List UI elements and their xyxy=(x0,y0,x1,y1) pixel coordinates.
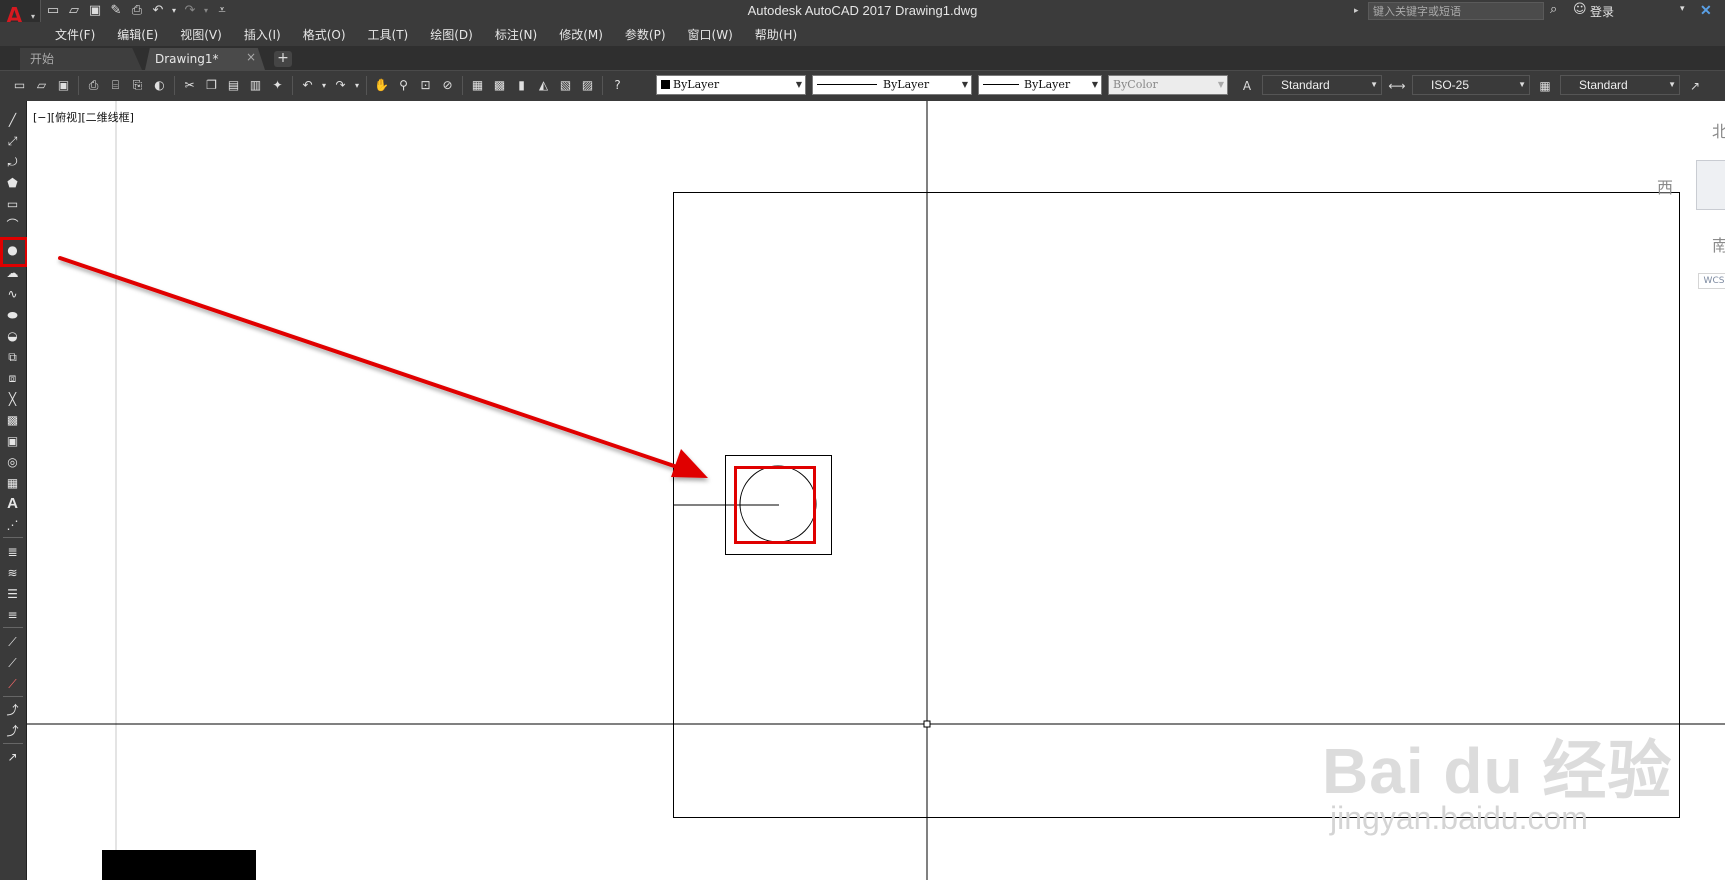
viewport-controls[interactable]: [−][俯视][二维线框] xyxy=(33,109,134,125)
viewcube-face[interactable] xyxy=(1696,160,1725,210)
wcs-menu[interactable]: WCS xyxy=(1698,273,1725,289)
crosshair-pickbox xyxy=(923,720,931,728)
watermark-url: jingyan.baidu.com xyxy=(1330,800,1588,836)
viewcube-north[interactable]: 北 xyxy=(1712,118,1725,142)
drawn-circle[interactable] xyxy=(739,465,817,543)
redaction-box xyxy=(102,850,256,880)
viewcube-west[interactable]: 西 xyxy=(1657,174,1673,198)
viewcube-south[interactable]: 南 xyxy=(1712,232,1725,256)
annotation-arrow xyxy=(58,256,708,478)
baidu-watermark: Bai du 经验 xyxy=(1322,735,1673,807)
